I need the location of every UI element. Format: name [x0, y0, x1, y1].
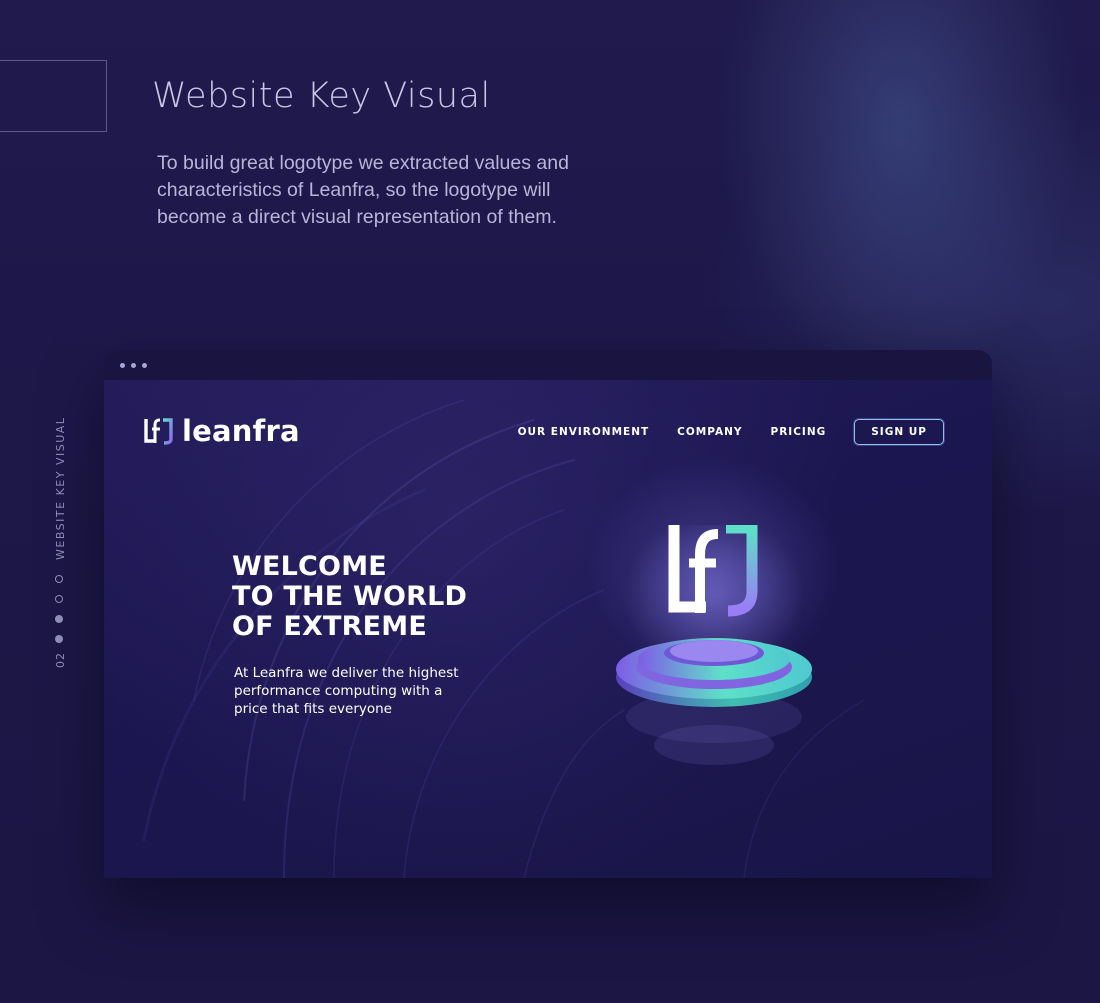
- leanfra-logo-icon: [144, 418, 173, 445]
- hero-subtitle: At Leanfra we deliver the highest perfor…: [234, 665, 459, 717]
- pagination-dot-active[interactable]: [55, 615, 63, 623]
- section-title: Website Key Visual: [152, 76, 491, 116]
- signup-button[interactable]: SIGN UP: [854, 419, 944, 445]
- pagination-dot[interactable]: [55, 575, 63, 583]
- hero-title-line: OF EXTREME: [232, 611, 428, 642]
- nav-pricing[interactable]: PRICING: [771, 426, 827, 438]
- window-dot-icon: [120, 362, 125, 368]
- side-section-index: 02: [54, 652, 67, 668]
- section-description: To build great logotype we extracted val…: [157, 152, 569, 228]
- window-dot-icon: [142, 362, 147, 368]
- nav-our-environment[interactable]: OUR ENVIRONMENT: [518, 426, 650, 438]
- website-viewport: leanfra OUR ENVIRONMENT COMPANY PRICING …: [104, 380, 992, 878]
- browser-titlebar: [104, 350, 992, 380]
- window-dot-icon: [131, 362, 136, 368]
- browser-mockup: leanfra OUR ENVIRONMENT COMPANY PRICING …: [104, 350, 992, 878]
- hero-title-line: TO THE WORLD: [232, 581, 468, 612]
- brand-name: leanfra: [182, 414, 300, 448]
- pagination-dot[interactable]: [55, 595, 63, 603]
- slide-pagination: [55, 575, 63, 655]
- hero-title-line: WELCOME: [232, 551, 387, 582]
- pedestal-logo-icon: [616, 525, 812, 765]
- hero-title: WELCOME TO THE WORLD OF EXTREME: [232, 552, 467, 642]
- side-section-label: WEBSITE KEY VISUAL: [54, 416, 67, 560]
- presentation-page: Website Key Visual To build great logoty…: [0, 0, 1100, 1003]
- corner-frame: [0, 60, 107, 132]
- main-nav: OUR ENVIRONMENT COMPANY PRICING SIGN UP: [518, 419, 944, 445]
- pagination-dot-active[interactable]: [55, 635, 63, 643]
- site-logo[interactable]: leanfra: [144, 414, 300, 448]
- nav-company[interactable]: COMPANY: [677, 426, 742, 438]
